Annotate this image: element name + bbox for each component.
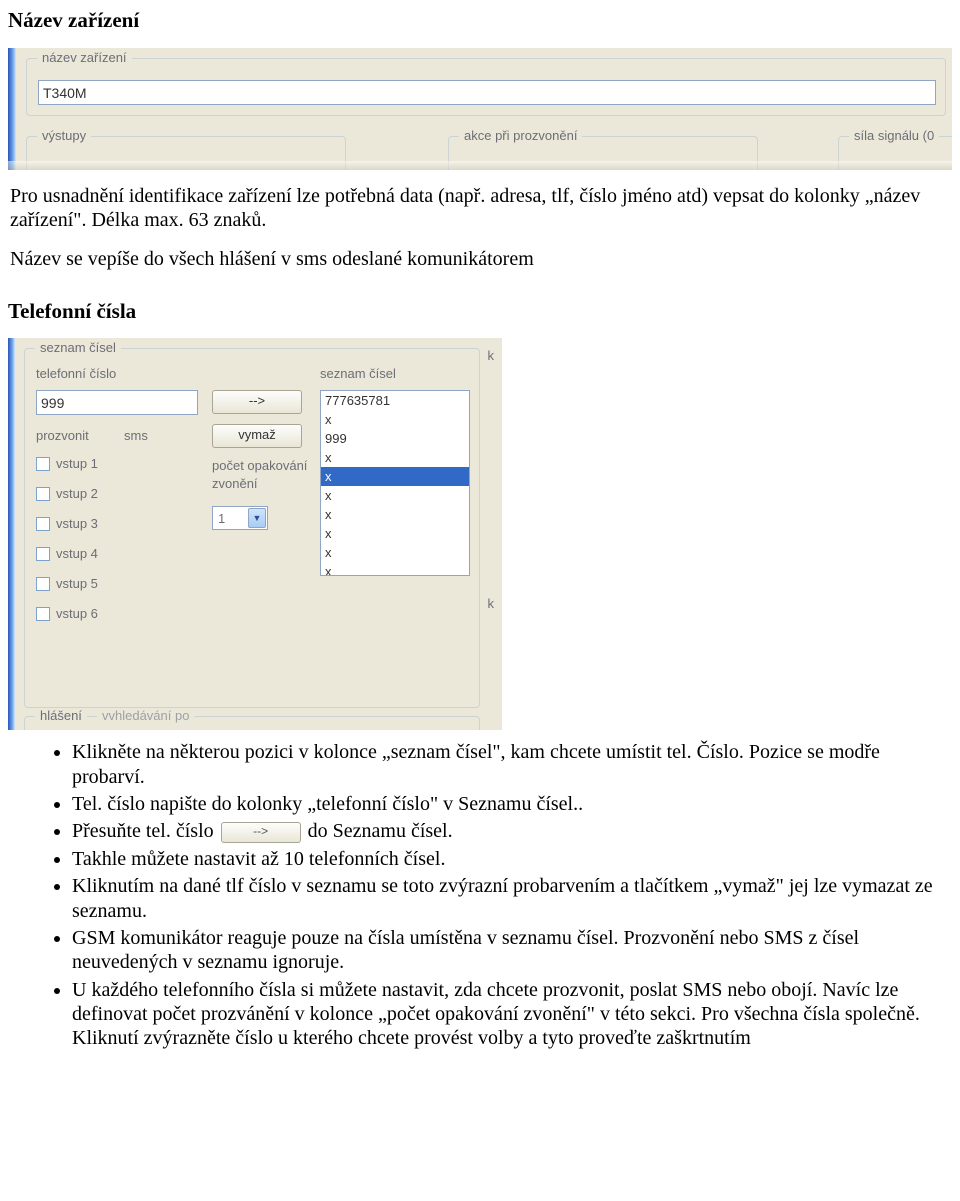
list-item: Přesuňte tel. číslo --> do Seznamu čísel…	[72, 819, 942, 843]
list-item[interactable]: x	[321, 543, 469, 562]
label-repeat-1: počet opakování	[212, 458, 307, 473]
list-item[interactable]: x	[321, 505, 469, 524]
list-item[interactable]: x	[321, 486, 469, 505]
label-k-bottom: k	[488, 596, 495, 611]
label-searching: vvhledávání po	[97, 708, 194, 723]
groupbox-report: hlášení vvhledávání po	[24, 716, 480, 730]
list-item[interactable]: 999	[321, 429, 469, 448]
groupbox-label: název zařízení	[37, 50, 132, 65]
checkbox-icon	[36, 487, 50, 501]
checkbox-label: vstup 6	[56, 606, 98, 621]
list-item-selected[interactable]: x	[321, 467, 469, 486]
repeat-count-select[interactable]: 1 ▼	[212, 506, 268, 530]
groupbox-label-report: hlášení	[35, 708, 87, 723]
label-phone-number: telefonní číslo	[36, 366, 116, 381]
list-item: U každého telefonního čísla si můžete na…	[72, 978, 942, 1051]
checkbox-icon	[36, 577, 50, 591]
list-item[interactable]: x	[321, 410, 469, 429]
repeat-count-value: 1	[218, 511, 225, 526]
label-k-top: k	[488, 348, 495, 363]
groupbox-label-action: akce při prozvonění	[459, 128, 582, 143]
heading-device-name: Název zařízení	[8, 8, 952, 33]
checkbox-label: vstup 5	[56, 576, 98, 591]
checkbox-label: vstup 1	[56, 456, 98, 471]
checkbox-input-4[interactable]: vstup 4	[36, 546, 98, 561]
checkbox-input-2[interactable]: vstup 2	[36, 486, 98, 501]
list-item: Klikněte na některou pozici v kolonce „s…	[72, 740, 942, 789]
device-name-input[interactable]	[38, 80, 936, 105]
window-accent	[8, 338, 15, 730]
groupbox-label-phone-list: seznam čísel	[35, 340, 121, 355]
groupbox-label-signal: síla signálu (0	[849, 128, 939, 143]
screenshot-phone-list: seznam čísel telefonní číslo seznam číse…	[8, 338, 502, 730]
list-item[interactable]: x	[321, 448, 469, 467]
decorative-gloss	[8, 161, 952, 170]
list-item[interactable]: 777635781	[321, 391, 469, 410]
paragraph-intro: Pro usnadnění identifikace zařízení lze …	[10, 184, 950, 233]
chevron-down-icon: ▼	[248, 508, 266, 528]
list-text-pre: Přesuňte tel. číslo	[72, 820, 219, 842]
groupbox-label-outputs: výstupy	[37, 128, 91, 143]
checkbox-icon	[36, 547, 50, 561]
list-item: Takhle můžete nastavit až 10 telefonních…	[72, 847, 942, 871]
checkbox-input-3[interactable]: vstup 3	[36, 516, 98, 531]
checkbox-icon	[36, 457, 50, 471]
checkbox-label: vstup 4	[56, 546, 98, 561]
label-sms: sms	[124, 428, 148, 443]
label-call: prozvonit	[36, 428, 89, 443]
list-item: Kliknutím na dané tlf číslo v seznamu se…	[72, 874, 942, 923]
delete-button[interactable]: vymaž	[212, 424, 302, 448]
instructions-list: Klikněte na některou pozici v kolonce „s…	[8, 740, 952, 1051]
list-item[interactable]: x	[321, 562, 469, 576]
label-number-list: seznam čísel	[320, 366, 396, 381]
phone-number-input[interactable]	[36, 390, 198, 415]
checkbox-input-5[interactable]: vstup 5	[36, 576, 98, 591]
list-item[interactable]: x	[321, 524, 469, 543]
checkbox-input-6[interactable]: vstup 6	[36, 606, 98, 621]
add-to-list-button[interactable]: -->	[212, 390, 302, 414]
checkbox-icon	[36, 517, 50, 531]
checkbox-label: vstup 2	[56, 486, 98, 501]
list-text-post: do Seznamu čísel.	[308, 820, 453, 842]
paragraph-sms: Název se vepíše do všech hlášení v sms o…	[10, 247, 950, 271]
inline-add-button: -->	[221, 822, 301, 843]
screenshot-device-name: název zařízení výstupy akce při prozvoně…	[8, 47, 952, 170]
list-item: GSM komunikátor reaguje pouze na čísla u…	[72, 926, 942, 975]
checkbox-label: vstup 3	[56, 516, 98, 531]
list-item: Tel. číslo napište do kolonky „telefonní…	[72, 792, 942, 816]
window-accent	[8, 48, 16, 170]
heading-phone-numbers: Telefonní čísla	[8, 299, 952, 324]
checkbox-input-1[interactable]: vstup 1	[36, 456, 98, 471]
numbers-listbox[interactable]: 777635781 x 999 x x x x x x x	[320, 390, 470, 576]
checkbox-icon	[36, 607, 50, 621]
label-repeat-2: zvonění	[212, 476, 258, 491]
